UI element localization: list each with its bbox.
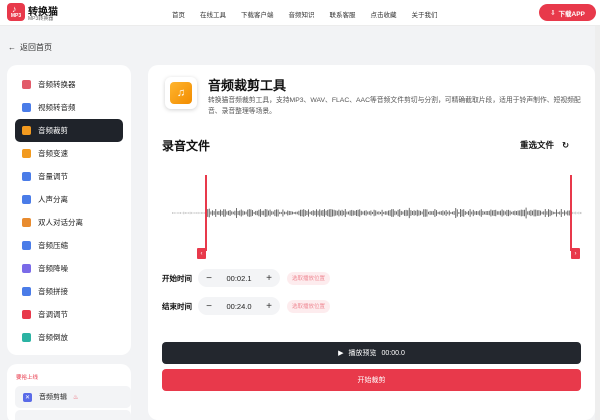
- start-handle-chevron-left-icon[interactable]: ‹: [197, 248, 206, 259]
- page-title: 音频裁剪工具: [208, 78, 287, 93]
- sidebar-item-label: 音频裁剪: [38, 126, 68, 135]
- voice-separate-icon: [22, 195, 31, 204]
- upcoming-title: 要裕上线: [16, 375, 39, 381]
- music-note-icon: ♪: [12, 4, 17, 14]
- audio-cut-icon: [22, 126, 31, 135]
- sidebar-item[interactable]: 音频倒放: [15, 326, 123, 349]
- music-cut-icon: ♫: [170, 82, 192, 104]
- sidebar-item-label: 音频变速: [38, 149, 68, 158]
- sidebar-item[interactable]: 音频压缩: [15, 234, 123, 257]
- sidebar-item[interactable]: 双人对话分离: [15, 211, 123, 234]
- section-title: 录音文件: [162, 139, 211, 153]
- nav-home[interactable]: 首页: [172, 9, 185, 19]
- sidebar-item-label: 音频倒放: [38, 333, 68, 342]
- back-home-link[interactable]: ← 返回首页: [8, 42, 52, 53]
- audio-edit-icon: ✕: [23, 392, 32, 402]
- end-time-label: 结束时间: [162, 301, 192, 311]
- reselect-file-button[interactable]: 重选文件 ↻: [520, 139, 569, 151]
- sidebar-item[interactable]: 人声分离: [15, 188, 123, 211]
- refresh-icon: ↻: [562, 139, 570, 150]
- download-app-label: 下载APP: [558, 10, 585, 18]
- dialogue-icon: [22, 218, 31, 227]
- page-scrollbar[interactable]: [595, 26, 600, 420]
- tool-icon: ♫: [165, 77, 197, 109]
- sidebar-item-partial[interactable]: [15, 410, 131, 420]
- main-nav: 首页 在线工具 下载客户端 音频知识 联系客服 点击收藏 关于我们: [172, 9, 453, 19]
- start-time-label: 开始时间: [162, 273, 192, 283]
- sidebar-item-label: 音频拼接: [38, 287, 68, 296]
- merge-icon: [22, 287, 31, 296]
- nav-download-client[interactable]: 下载客户端: [241, 9, 274, 19]
- main-panel: ♫ 音频裁剪工具 转换猫音频裁剪工具，支持MP3、WAV、FLAC、AAC等音频…: [148, 65, 595, 420]
- sidebar-item-label: 人声分离: [38, 195, 68, 204]
- volume-icon: [22, 172, 31, 181]
- waveform: [172, 207, 583, 219]
- sidebar-item-label: 音频转换器: [38, 80, 76, 89]
- preview-time: 00:00.0: [381, 349, 405, 357]
- top-navbar: ♪ MP3 转换猫 MP3转换器 首页 在线工具 下载客户端 音频知识 联系客服…: [0, 0, 600, 26]
- sidebar-item[interactable]: 音量调节: [15, 165, 123, 188]
- sidebar-item[interactable]: 音频降噪: [15, 257, 123, 280]
- end-time-stepper[interactable]: − 00:24.0 +: [198, 297, 280, 315]
- reverse-icon: [22, 333, 31, 342]
- sidebar-item-label: 音量调节: [38, 172, 68, 181]
- start-minus-button[interactable]: −: [204, 273, 214, 284]
- back-home-label: 返回首页: [20, 43, 52, 52]
- brand-subtitle: MP3转换器: [28, 16, 54, 22]
- end-marker[interactable]: [570, 175, 572, 251]
- fire-icon: ♨: [73, 394, 79, 401]
- sidebar-item-label: 视频转音频: [38, 103, 76, 112]
- start-plus-button[interactable]: +: [264, 273, 274, 284]
- start-time-stepper[interactable]: − 00:02.1 +: [198, 269, 280, 287]
- play-icon: ▶: [338, 350, 344, 357]
- tool-sidebar: 音频转换器视频转音频音频裁剪音频变速音量调节人声分离双人对话分离 音频压缩音频降噪…: [7, 65, 131, 355]
- preview-label: 播放预览: [348, 350, 377, 357]
- end-minus-button[interactable]: −: [204, 301, 214, 312]
- sidebar-item[interactable]: 音调调节: [15, 303, 123, 326]
- sidebar-item-label: 音调调节: [38, 310, 68, 319]
- pitch-icon: [22, 310, 31, 319]
- nav-contact[interactable]: 联系客服: [330, 9, 356, 19]
- audio-convert-icon: [22, 80, 31, 89]
- end-plus-button[interactable]: +: [264, 301, 274, 312]
- end-time-row: 结束时间 − 00:24.0 + 选取播放位置: [162, 297, 331, 315]
- sidebar-item-label: 音频剪辑: [39, 394, 67, 401]
- reselect-label: 重选文件: [520, 140, 555, 150]
- nav-bookmark[interactable]: 点击收藏: [371, 9, 397, 19]
- nav-about[interactable]: 关于我们: [412, 9, 438, 19]
- denoise-icon: [22, 264, 31, 273]
- start-time-value[interactable]: 00:02.1: [226, 274, 251, 283]
- tool-description: 转换猫音频裁剪工具，支持MP3、WAV、FLAC、AAC等音频文件剪切与分割，可…: [208, 97, 581, 115]
- sidebar-item-label: 音频压缩: [38, 241, 68, 250]
- start-marker[interactable]: [205, 175, 207, 251]
- play-preview-button[interactable]: ▶ 播放预览 00:00.0: [162, 342, 581, 364]
- start-cut-button[interactable]: 开始裁剪: [162, 369, 581, 391]
- end-handle-chevron-right-icon[interactable]: ›: [571, 248, 580, 259]
- arrow-left-icon: ←: [8, 43, 16, 52]
- upcoming-tools-panel: 要裕上线 ✕ 音频剪辑 ♨: [7, 364, 131, 420]
- start-time-row: 开始时间 − 00:02.1 + 选取播放位置: [162, 269, 331, 287]
- sidebar-item-label: 双人对话分离: [38, 218, 83, 227]
- end-pick-position-button[interactable]: 选取播放位置: [287, 299, 331, 313]
- start-pick-position-button[interactable]: 选取播放位置: [287, 271, 331, 285]
- compress-icon: [22, 241, 31, 250]
- waveform-editor[interactable]: ‹ ›: [172, 175, 583, 260]
- app-logo[interactable]: ♪ MP3: [7, 3, 25, 21]
- sidebar-item[interactable]: 音频拼接: [15, 280, 123, 303]
- speed-icon: [22, 149, 31, 158]
- download-icon: ⇩: [550, 9, 556, 17]
- end-time-value[interactable]: 00:24.0: [226, 302, 251, 311]
- nav-audio-knowledge[interactable]: 音频知识: [289, 9, 315, 19]
- nav-online-tools[interactable]: 在线工具: [200, 9, 226, 19]
- video-to-audio-icon: [22, 103, 31, 112]
- sidebar-item-audio-edit[interactable]: ✕ 音频剪辑 ♨: [15, 386, 131, 408]
- download-app-button[interactable]: ⇩ 下载APP: [539, 4, 596, 21]
- sidebar-item[interactable]: 音频裁剪: [15, 119, 123, 142]
- sidebar-item[interactable]: 音频变速: [15, 142, 123, 165]
- sidebar-item[interactable]: 音频转换器: [15, 73, 123, 96]
- sidebar-item-label: 音频降噪: [38, 264, 68, 273]
- sidebar-item[interactable]: 视频转音频: [15, 96, 123, 119]
